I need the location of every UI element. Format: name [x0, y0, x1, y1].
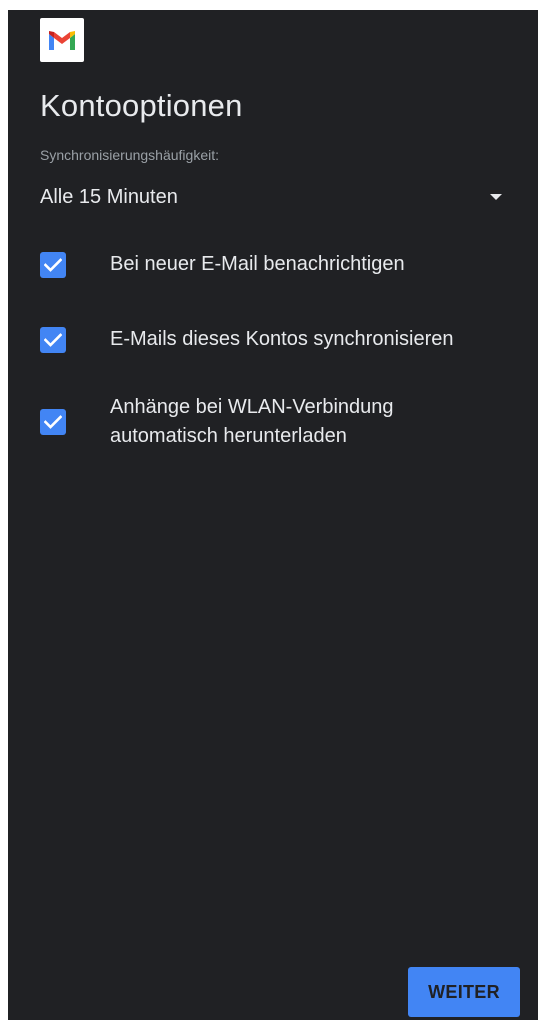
option-label-line: E-Mails dieses Kontos synchronisieren [110, 328, 454, 350]
checkmark-icon [44, 332, 62, 347]
option-label-line: automatisch herunterladen [110, 425, 347, 447]
option-sync-account-mail[interactable]: E-Mails dieses Kontos synchronisieren [40, 325, 520, 354]
auto-download-attachments-checkbox[interactable] [40, 409, 66, 435]
option-label-line: Anhänge bei WLAN-Verbindung [110, 396, 394, 418]
dropdown-arrow-icon [490, 194, 502, 200]
sync-account-mail-checkbox[interactable] [40, 326, 66, 353]
notify-new-mail-checkbox[interactable] [40, 251, 66, 278]
account-options-screen: Kontooptionen Synchronisierungshäufigkei… [8, 10, 538, 1020]
checkmark-icon [44, 415, 62, 429]
option-notify-new-mail[interactable]: Bei neuer E-Mail benachrichtigen [40, 250, 520, 279]
gmail-logo-icon [49, 31, 75, 50]
notify-new-mail-label: Bei neuer E-Mail benachrichtigen [110, 250, 405, 279]
page-title: Kontooptionen [40, 88, 243, 123]
sync-account-mail-label: E-Mails dieses Kontos synchronisieren [110, 325, 454, 354]
option-auto-download-attachments[interactable]: Anhänge bei WLAN-Verbindung automatisch … [40, 393, 520, 451]
sync-frequency-value: Alle 15 Minuten [40, 185, 178, 208]
next-button[interactable]: WEITER [408, 967, 520, 1017]
option-label-line: Bei neuer E-Mail benachrichtigen [110, 253, 405, 275]
checkmark-icon [44, 257, 62, 272]
auto-download-attachments-label: Anhänge bei WLAN-Verbindung automatisch … [110, 393, 394, 451]
gmail-logo-icon [40, 18, 84, 62]
sync-frequency-label: Synchronisierungshäufigkeit: [40, 147, 219, 163]
sync-frequency-dropdown[interactable]: Alle 15 Minuten [40, 180, 510, 214]
